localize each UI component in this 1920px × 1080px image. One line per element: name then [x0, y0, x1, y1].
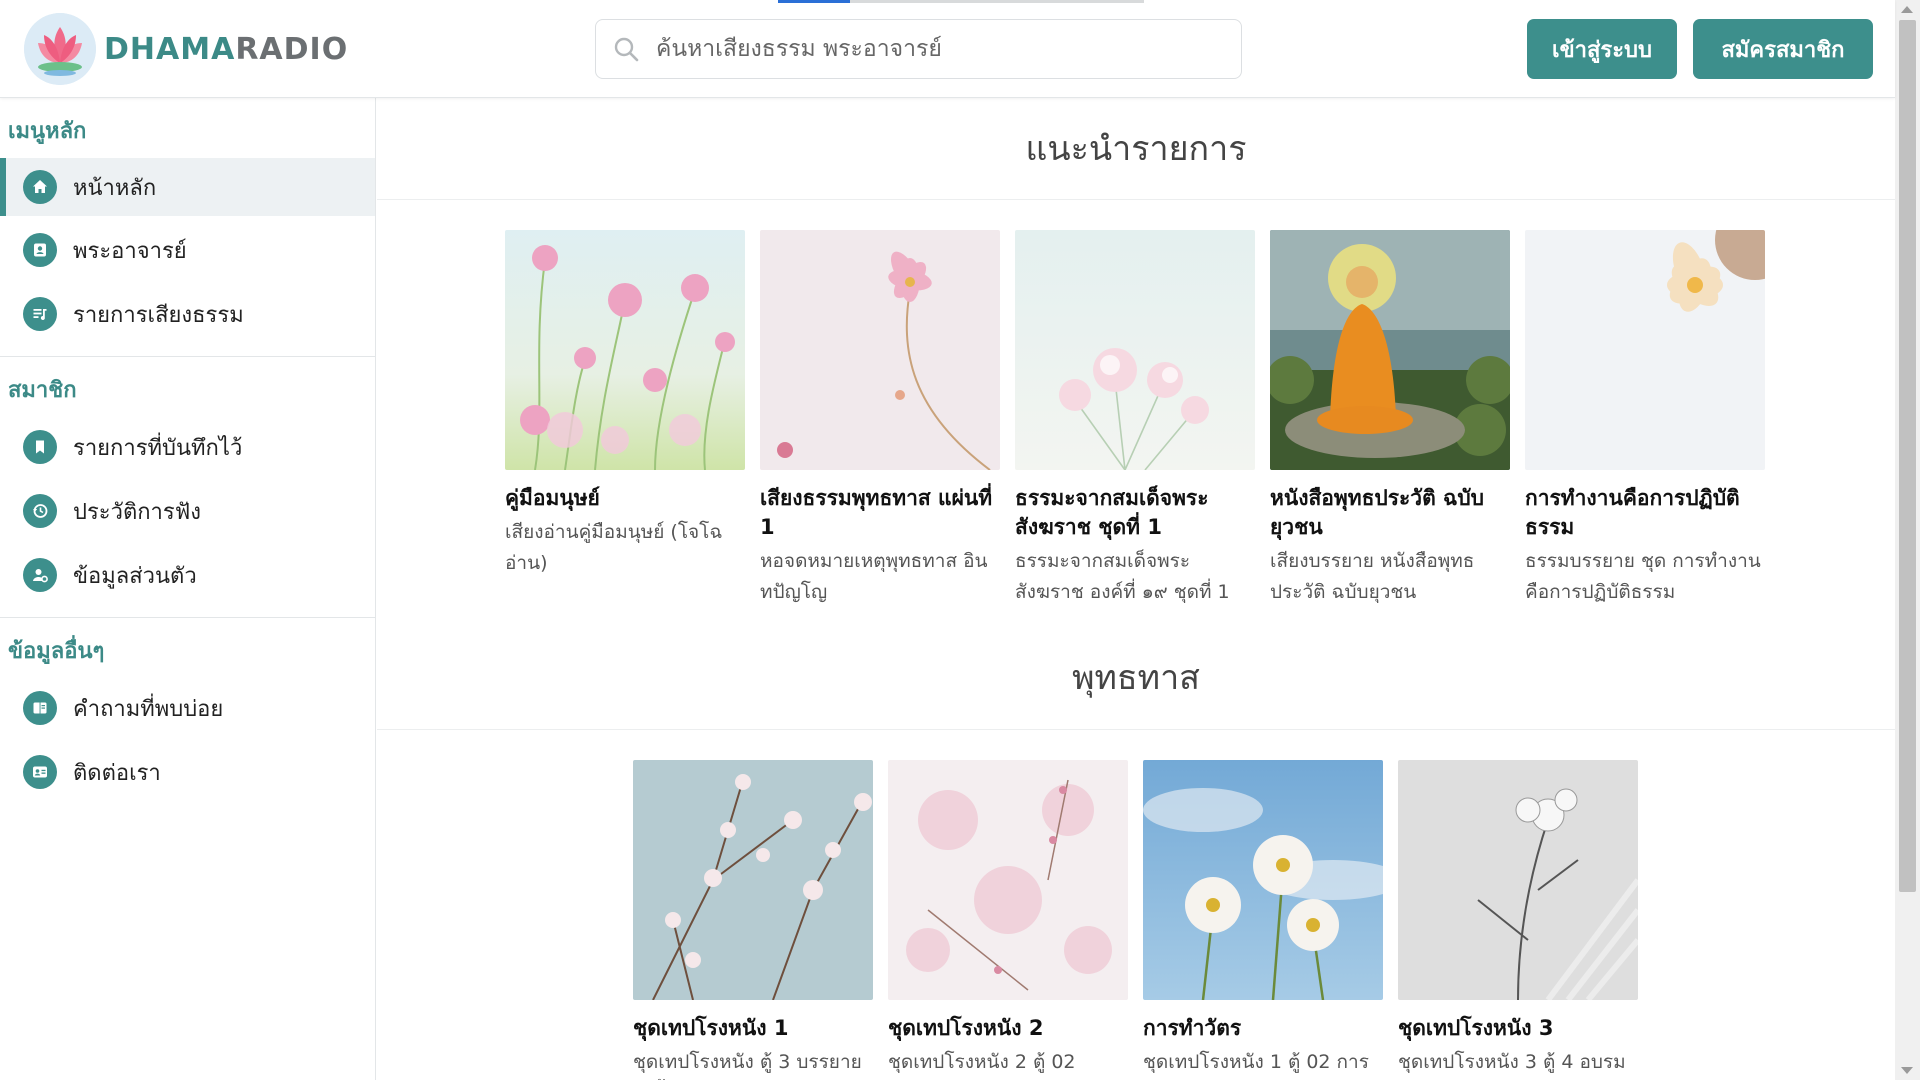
program-card[interactable]: การทำวัตร ชุดเทปโรงหนัง 1 ตู้ 02 การทำวั… [1143, 760, 1383, 1080]
sidebar-item-label: ข้อมูลส่วนตัว [73, 563, 197, 589]
sidebar-item-profile[interactable]: ข้อมูลส่วนตัว [0, 545, 375, 605]
program-card[interactable]: คู่มือมนุษย์ เสียงอ่านคู่มือมนุษย์ (โจโฉ… [505, 230, 745, 608]
card-thumbnail-frangipani [1525, 230, 1765, 470]
bookmark-icon [23, 430, 57, 464]
card-subtitle: เสียงอ่านคู่มือมนุษย์ (โจโฉ อ่าน) [505, 521, 723, 574]
card-thumbnail-white-blossoms [1015, 230, 1255, 470]
search-input[interactable] [656, 29, 1216, 69]
sidebar-item-label: คำถามที่พบบ่อย [73, 696, 224, 722]
card-thumbnail-buddha-painting [1270, 230, 1510, 470]
sidebar-item-faq[interactable]: คำถามที่พบบ่อย [0, 678, 375, 738]
scrollbar-thumb[interactable] [1899, 20, 1916, 892]
history-icon [23, 494, 57, 528]
sidebar-item-label: หน้าหลัก [73, 175, 157, 201]
program-card[interactable]: ชุดเทปโรงหนัง 3 ชุดเทปโรงหนัง 3 ตู้ 4 อบ… [1398, 760, 1638, 1080]
card-thumbnail-cherry-blossoms [633, 760, 873, 1000]
sidebar-item-contact[interactable]: ติดต่อเรา [0, 742, 375, 802]
sidebar-section-member-title: สมาชิก [8, 378, 77, 403]
playlist-icon [23, 297, 57, 331]
loading-progress-bar [778, 0, 1144, 3]
recommended-card-row: คู่มือมนุษย์ เสียงอ่านคู่มือมนุษย์ (โจโฉ… [377, 230, 1895, 608]
book-icon [23, 691, 57, 725]
scroll-down-arrow-icon[interactable] [1901, 1067, 1913, 1074]
brand-wordmark: DHAMARADIO [104, 32, 348, 67]
lotus-logo-icon [24, 13, 96, 85]
user-settings-icon [23, 558, 57, 592]
program-card[interactable]: ชุดเทปโรงหนัง 2 ชุดเทปโรงหนัง 2 ตู้ 02 [888, 760, 1128, 1080]
search-icon [596, 20, 656, 78]
sidebar-item-label: รายการที่บันทึกไว้ [73, 435, 243, 461]
card-subtitle: ธรรมบรรยาย ชุด การทำงานคือการปฏิบัติธรรม [1525, 550, 1761, 603]
card-subtitle: ชุดเทปโรงหนัง ตู้ 3 บรรยาย 1 ชั้น [633, 1051, 862, 1073]
program-card[interactable]: หนังสือพุทธประวัติ ฉบับยุวชน เสียงบรรยาย… [1270, 230, 1510, 608]
card-subtitle: เสียงบรรยาย หนังสือพุทธประวัติ ฉบับยุวชน [1270, 550, 1475, 603]
card-subtitle: หอจดหมายเหตุพุทธทาส อินทปัญโญ [760, 550, 988, 603]
buddhadasa-card-row: ชุดเทปโรงหนัง 1 ชุดเทปโรงหนัง ตู้ 3 บรรย… [377, 760, 1895, 1080]
card-thumbnail-white-cosmos-sky [1143, 760, 1383, 1000]
sidebar-section-main-title: เมนูหลัก [8, 119, 87, 144]
sidebar-item-label: ติดต่อเรา [73, 760, 161, 786]
top-header: DHAMARADIO เข้าสู่ระบบ สมัครสมาชิก [0, 0, 1895, 98]
sidebar-item-saved[interactable]: รายการที่บันทึกไว้ [0, 417, 375, 477]
card-subtitle: ชุดเทปโรงหนัง 1 ตู้ 02 การทำวัตร [1143, 1051, 1369, 1073]
home-icon [23, 170, 57, 204]
section-title-buddhadasa: พุทธทาส [377, 638, 1895, 730]
signup-button[interactable]: สมัครสมาชิก [1693, 19, 1873, 79]
program-card[interactable]: ชุดเทปโรงหนัง 1 ชุดเทปโรงหนัง ตู้ 3 บรรย… [633, 760, 873, 1080]
card-title[interactable]: ชุดเทปโรงหนัง 2 [888, 1014, 1128, 1043]
search-box[interactable] [595, 19, 1242, 79]
card-title[interactable]: การทำวัตร [1143, 1014, 1383, 1043]
sidebar-section-other-title: ข้อมูลอื่นๆ [8, 639, 105, 664]
card-subtitle: ธรรมะจากสมเด็จพระสังฆราช องค์ที่ ๑๙ ชุดท… [1015, 550, 1230, 603]
card-subtitle: ชุดเทปโรงหนัง 3 ตู้ 4 อบรม [1398, 1051, 1626, 1073]
card-subtitle: ชุดเทปโรงหนัง 2 ตู้ 02 [888, 1051, 1076, 1073]
card-title[interactable]: ชุดเทปโรงหนัง 3 [1398, 1014, 1638, 1043]
card-title[interactable]: หนังสือพุทธประวัติ ฉบับยุวชน [1270, 484, 1510, 542]
brand-logo[interactable]: DHAMARADIO [24, 13, 348, 85]
sidebar-item-label: พระอาจารย์ [73, 238, 187, 264]
sidebar-item-label: ประวัติการฟัง [73, 499, 202, 525]
page-scrollbar[interactable] [1895, 0, 1920, 1080]
program-card[interactable]: เสียงธรรมพุทธทาส แผ่นที่ 1 หอจดหมายเหตุพ… [760, 230, 1000, 608]
card-title[interactable]: เสียงธรรมพุทธทาส แผ่นที่ 1 [760, 484, 1000, 542]
card-title[interactable]: คู่มือมนุษย์ [505, 484, 745, 513]
sidebar-item-teachers[interactable]: พระอาจารย์ [0, 220, 375, 280]
program-card[interactable]: การทำงานคือการปฏิบัติธรรม ธรรมบรรยาย ชุด… [1525, 230, 1765, 608]
card-thumbnail-mono-flowers [1398, 760, 1638, 1000]
card-title[interactable]: ชุดเทปโรงหนัง 1 [633, 1014, 873, 1043]
sidebar-item-history[interactable]: ประวัติการฟัง [0, 481, 375, 541]
sidebar-item-home[interactable]: หน้าหลัก [0, 158, 375, 216]
login-button[interactable]: เข้าสู่ระบบ [1527, 19, 1677, 79]
main-content: แนะนำรายการ คู่มือมนุษย์ เสียงอ่านคู่มือ… [377, 98, 1895, 1080]
contact-card-icon [23, 755, 57, 789]
person-badge-icon [23, 233, 57, 267]
card-thumbnail-pink-blossoms [888, 760, 1128, 1000]
card-title[interactable]: ธรรมะจากสมเด็จพระสังฆราช ชุดที่ 1 [1015, 484, 1255, 542]
sidebar-item-dhamma-list[interactable]: รายการเสียงธรรม [0, 284, 375, 344]
sidebar-item-label: รายการเสียงธรรม [73, 302, 244, 328]
card-title[interactable]: การทำงานคือการปฏิบัติธรรม [1525, 484, 1765, 542]
sidebar: เมนูหลัก หน้าหลัก พระอาจารย์ รายการเสียง… [0, 98, 376, 1080]
scroll-up-arrow-icon[interactable] [1901, 6, 1913, 13]
brand-part2: RADIO [235, 31, 349, 67]
brand-part1: DHAMA [104, 31, 236, 67]
card-thumbnail-cosmos-flowers [505, 230, 745, 470]
card-thumbnail-single-cosmos [760, 230, 1000, 470]
section-title-recommended: แนะนำรายการ [377, 98, 1895, 200]
program-card[interactable]: ธรรมะจากสมเด็จพระสังฆราช ชุดที่ 1 ธรรมะจ… [1015, 230, 1255, 608]
